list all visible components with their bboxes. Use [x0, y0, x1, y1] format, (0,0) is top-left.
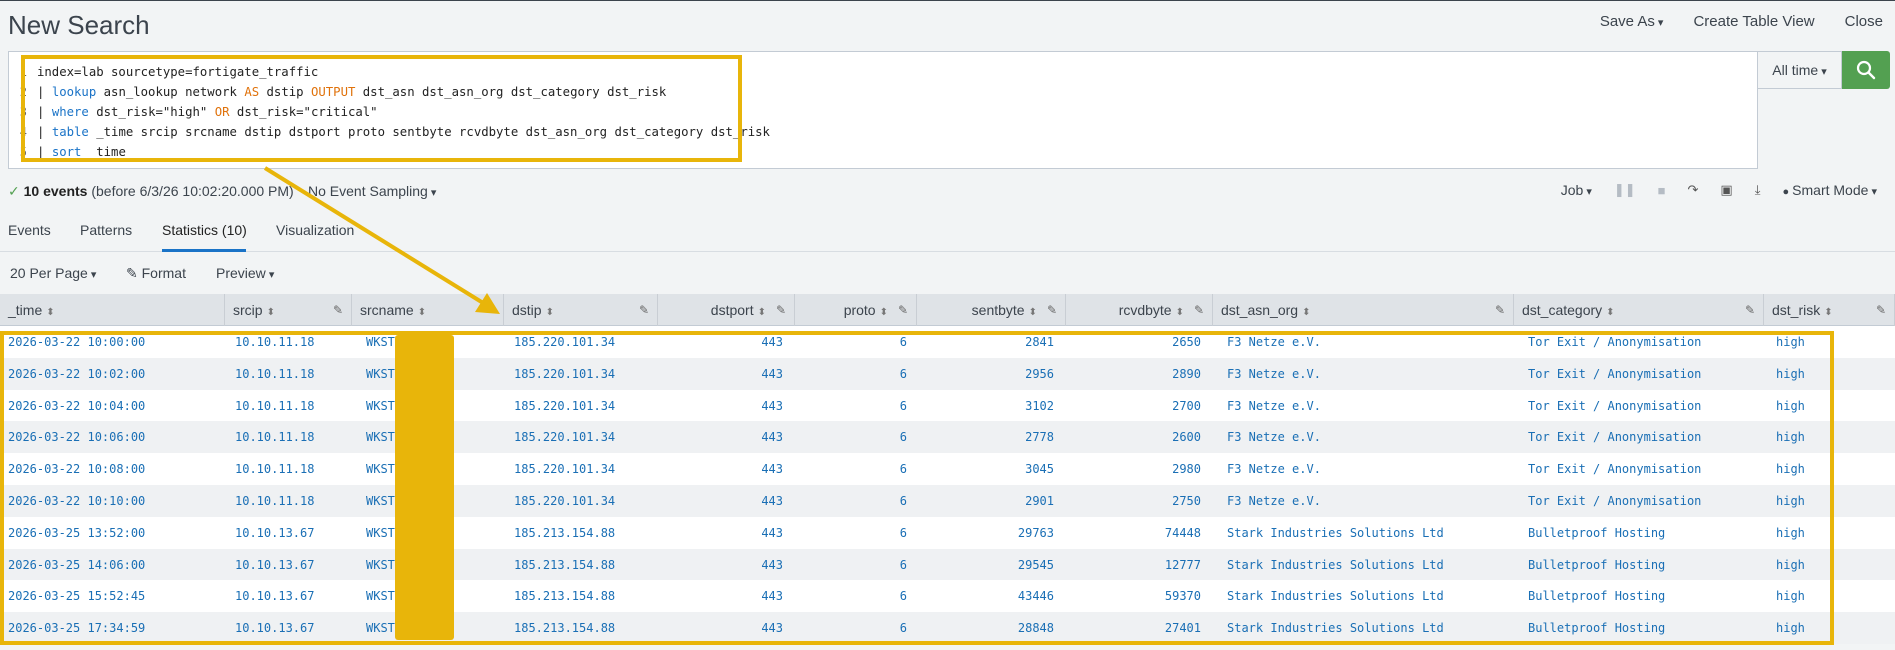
search-button[interactable] [1842, 51, 1890, 89]
sort-icon[interactable]: ⬍ [267, 307, 275, 318]
column-header-sentbyte[interactable]: sentbyte ⬍ ✎ [917, 294, 1066, 326]
time-range-picker[interactable]: All time [1757, 51, 1842, 89]
column-header-dstport[interactable]: dstport ⬍ ✎ [658, 294, 795, 326]
sort-icon[interactable]: ⬍ [1176, 307, 1184, 318]
results-tabs: Events Patterns Statistics (10) Visualiz… [0, 212, 1895, 252]
results-highlight-box [0, 331, 1834, 645]
edit-column-icon[interactable]: ✎ [776, 294, 786, 326]
top-actions: Save As Create Table View Close [1600, 13, 1883, 30]
share-icon[interactable]: ↷ [1688, 182, 1699, 198]
active-tab-indicator [162, 249, 246, 252]
sort-icon[interactable]: ⬍ [880, 307, 888, 318]
event-sampling-dropdown[interactable]: No Event Sampling [308, 183, 436, 199]
column-header-label: dst_asn_org [1221, 302, 1299, 318]
search-icon [1856, 60, 1876, 80]
column-header-label: proto [843, 302, 876, 318]
lightbulb-icon: ● [1782, 186, 1793, 198]
pencil-icon: ✎ [126, 265, 138, 281]
column-header-label: dstport [710, 302, 754, 318]
export-icon[interactable]: ⤓ [1755, 182, 1761, 198]
column-header-label: srcname [360, 302, 414, 318]
table-options-bar: 20 Per Page ✎ Format Preview [0, 253, 1895, 295]
sort-icon[interactable]: ⬍ [1824, 307, 1832, 318]
column-header-dst-asn-org[interactable]: dst_asn_org ⬍ ✎ [1213, 294, 1514, 326]
sort-icon[interactable]: ⬍ [1302, 307, 1310, 318]
edit-column-icon[interactable]: ✎ [1495, 294, 1505, 326]
column-header-srcname[interactable]: srcname ⬍ ✎ [352, 294, 504, 326]
print-icon[interactable]: ▣ [1720, 182, 1732, 198]
column-header-time[interactable]: _time ⬍ [0, 294, 225, 326]
events-count: 10 events [23, 183, 88, 199]
column-header-label: dst_category [1522, 302, 1603, 318]
close-button[interactable]: Close [1845, 13, 1883, 30]
edit-column-icon[interactable]: ✎ [485, 294, 495, 326]
edit-column-icon[interactable]: ✎ [639, 294, 649, 326]
column-header-dst-risk[interactable]: dst_risk ⬍ ✎ [1764, 294, 1895, 326]
edit-column-icon[interactable]: ✎ [1745, 294, 1755, 326]
save-as-button[interactable]: Save As [1600, 13, 1664, 30]
tab-events[interactable]: Events [8, 222, 51, 238]
event-count-status: ✓ 10 events (before 6/3/26 10:02:20.000 … [8, 183, 294, 200]
format-label: Format [141, 265, 186, 281]
column-header-rcvdbyte[interactable]: rcvdbyte ⬍ ✎ [1066, 294, 1213, 326]
edit-column-icon[interactable]: ✎ [898, 294, 908, 326]
column-header-proto[interactable]: proto ⬍ ✎ [795, 294, 917, 326]
query-highlight-box [21, 55, 742, 162]
tab-patterns[interactable]: Patterns [80, 222, 132, 238]
edit-column-icon[interactable]: ✎ [1047, 294, 1057, 326]
column-header-label: dstip [512, 302, 542, 318]
per-page-dropdown[interactable]: 20 Per Page [10, 265, 96, 281]
sort-icon[interactable]: ⬍ [546, 307, 554, 318]
sort-icon[interactable]: ⬍ [418, 307, 426, 318]
create-table-view-button[interactable]: Create Table View [1693, 13, 1814, 30]
column-header-dst-category[interactable]: dst_category ⬍ ✎ [1514, 294, 1764, 326]
column-header-label: rcvdbyte [1118, 302, 1172, 318]
tab-visualization[interactable]: Visualization [276, 222, 354, 238]
edit-column-icon[interactable]: ✎ [333, 294, 343, 326]
sort-icon[interactable]: ⬍ [1029, 307, 1037, 318]
pause-icon[interactable]: ❚❚ [1614, 182, 1636, 198]
job-menu[interactable]: Job [1561, 182, 1592, 198]
column-header-dstip[interactable]: dstip ⬍ ✎ [504, 294, 658, 326]
top-bar: New Search Save As Create Table View Clo… [0, 0, 1895, 50]
sort-icon[interactable]: ⬍ [46, 307, 54, 318]
job-toolbar: Job ❚❚ ■ ↷ ▣ ⤓ ● Smart Mode [1561, 182, 1877, 198]
column-header-srcip[interactable]: srcip ⬍ ✎ [225, 294, 352, 326]
edit-column-icon[interactable]: ✎ [1194, 294, 1204, 326]
format-button[interactable]: ✎ Format [126, 265, 186, 282]
column-header-label: dst_risk [1772, 302, 1821, 318]
stop-icon[interactable]: ■ [1658, 183, 1666, 198]
column-header-label: srcip [233, 302, 263, 318]
job-status-row: ✓ 10 events (before 6/3/26 10:02:20.000 … [0, 178, 1895, 206]
tab-statistics[interactable]: Statistics (10) [162, 222, 247, 238]
search-mode-dropdown[interactable]: ● Smart Mode [1782, 182, 1877, 198]
preview-dropdown[interactable]: Preview [216, 265, 274, 281]
edit-column-icon[interactable]: ✎ [1876, 294, 1886, 326]
column-header-label: _time [8, 302, 43, 318]
column-header-label: sentbyte [971, 302, 1025, 318]
table-header: _time ⬍ srcip ⬍ ✎ srcname ⬍ ✎ dstip ⬍ ✎ dstport ⬍ ✎ pr… [0, 294, 1895, 326]
sort-icon[interactable]: ⬍ [758, 307, 766, 318]
sort-icon[interactable]: ⬍ [1606, 307, 1614, 318]
check-icon: ✓ [8, 183, 20, 199]
search-mode-label: Smart Mode [1792, 182, 1869, 198]
events-detail: (before 6/3/26 10:02:20.000 PM) [91, 183, 294, 199]
page-title: New Search [8, 10, 150, 40]
